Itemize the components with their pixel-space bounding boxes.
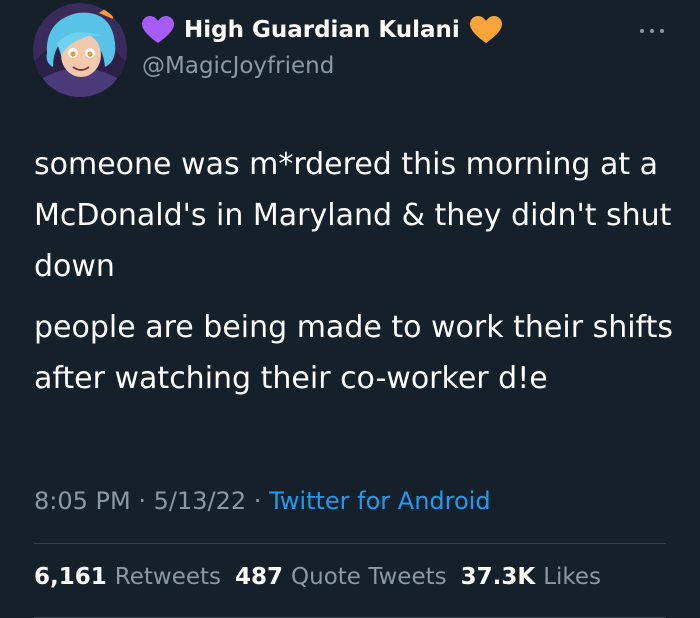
quote-tweets-count: 487 bbox=[235, 564, 284, 590]
tweet-text-paragraph: someone was m*rdered this morning at a M… bbox=[34, 147, 672, 284]
user-handle[interactable]: @MagicJoyfriend bbox=[142, 53, 334, 79]
likes-count: 37.3K bbox=[460, 564, 536, 590]
retweets-label: Retweets bbox=[114, 564, 221, 590]
display-name[interactable]: High Guardian Kulani bbox=[184, 17, 460, 43]
tweet-source-link[interactable]: Twitter for Android bbox=[269, 487, 490, 515]
quote-tweets-stat[interactable]: 487 Quote Tweets bbox=[235, 564, 447, 590]
retweets-stat[interactable]: 6,161 Retweets bbox=[34, 564, 221, 590]
meta-separator: · bbox=[253, 487, 262, 515]
meta-separator: · bbox=[138, 487, 146, 515]
author-name-row[interactable]: High Guardian Kulani bbox=[142, 16, 502, 44]
orange-heart-icon bbox=[469, 16, 502, 43]
retweets-count: 6,161 bbox=[34, 564, 107, 590]
tweet-date[interactable]: 5/13/22 bbox=[154, 487, 247, 515]
engagement-stats: 6,161 Retweets 487 Quote Tweets 37.3K Li… bbox=[34, 564, 601, 590]
likes-label: Likes bbox=[543, 564, 602, 590]
likes-stat[interactable]: 37.3K Likes bbox=[461, 564, 601, 590]
tweet-metadata: 8:05 PM · 5/13/22 · Twitter for Android bbox=[34, 487, 491, 515]
tweet-time[interactable]: 8:05 PM bbox=[34, 487, 131, 515]
tweet-card: High Guardian Kulani @MagicJoyfriend som… bbox=[0, 0, 700, 618]
tweet-text-paragraph: people are being made to work their shif… bbox=[34, 310, 673, 396]
quote-tweets-label: Quote Tweets bbox=[291, 564, 447, 590]
purple-heart-icon bbox=[142, 16, 174, 43]
avatar[interactable] bbox=[33, 3, 127, 97]
divider bbox=[34, 543, 666, 544]
more-options-icon[interactable] bbox=[640, 26, 664, 36]
